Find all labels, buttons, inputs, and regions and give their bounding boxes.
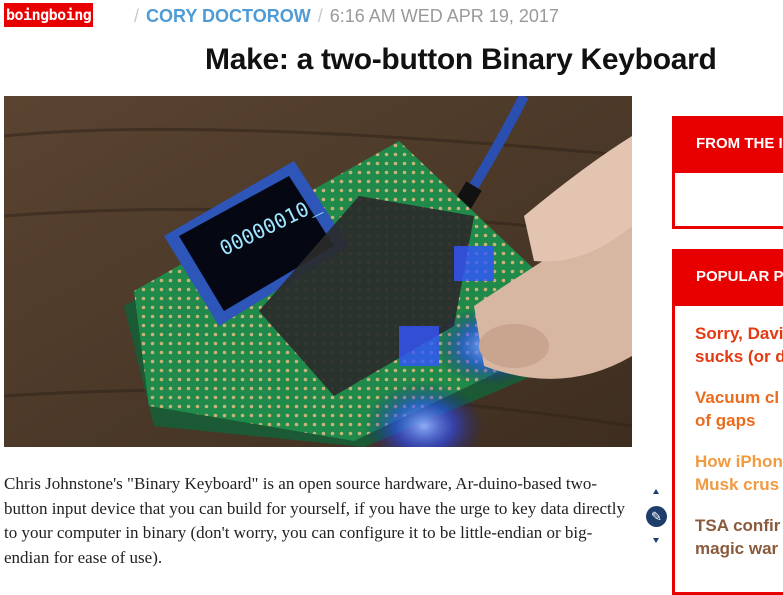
from-widget-title: FROM THE I — [675, 119, 783, 173]
floating-controls: ✎ — [645, 489, 669, 545]
popular-item-line: Sorry, Davi — [695, 324, 783, 343]
popular-item-line: Musk crus — [695, 475, 780, 494]
popular-item-line: TSA confir — [695, 516, 781, 535]
byline: / CORY DOCTOROW / 6:16 AM WED APR 19, 20… — [132, 6, 559, 27]
scroll-down-icon[interactable] — [653, 538, 659, 543]
popular-item-line: Vacuum cl — [695, 388, 780, 407]
popular-item-line: sucks (or d — [695, 347, 783, 366]
article-hero-image[interactable]: 00000010_ — [4, 96, 632, 447]
popular-widget-title: POPULAR P — [675, 252, 783, 306]
popular-item-line: magic war — [695, 539, 779, 558]
popular-item[interactable]: Sorry, Davi sucks (or d — [695, 322, 783, 368]
byline-separator: / — [317, 6, 323, 26]
site-header: boingboing / CORY DOCTOROW / 6:16 AM WED… — [0, 0, 783, 36]
popular-list: Sorry, Davi sucks (or d Vacuum cl of gap… — [675, 306, 783, 560]
article-paragraph: Chris Johnstone's "Binary Keyboard" is a… — [4, 474, 625, 567]
popular-item[interactable]: Vacuum cl of gaps — [695, 386, 783, 432]
article-title: Make: a two-button Binary Keyboard — [205, 43, 717, 76]
boingboing-logo[interactable]: boingboing — [4, 3, 94, 27]
author-link[interactable]: CORY DOCTOROW — [146, 6, 311, 26]
from-widget: FROM THE I — [672, 116, 783, 229]
byline-separator: / — [134, 6, 140, 26]
popular-widget: POPULAR P Sorry, Davi sucks (or d Vacuum… — [672, 249, 783, 595]
popular-item[interactable]: How iPhon Musk crus — [695, 450, 783, 496]
popular-item-line: of gaps — [695, 411, 756, 430]
post-datetime: 6:16 AM WED APR 19, 2017 — [329, 6, 559, 26]
popular-item-line: How iPhon — [695, 452, 783, 471]
popular-item[interactable]: TSA confir magic war — [695, 514, 783, 560]
scroll-up-icon[interactable] — [653, 489, 659, 494]
binary-keyboard-photo: 00000010_ — [4, 96, 632, 447]
pen-icon[interactable]: ✎ — [646, 506, 667, 527]
